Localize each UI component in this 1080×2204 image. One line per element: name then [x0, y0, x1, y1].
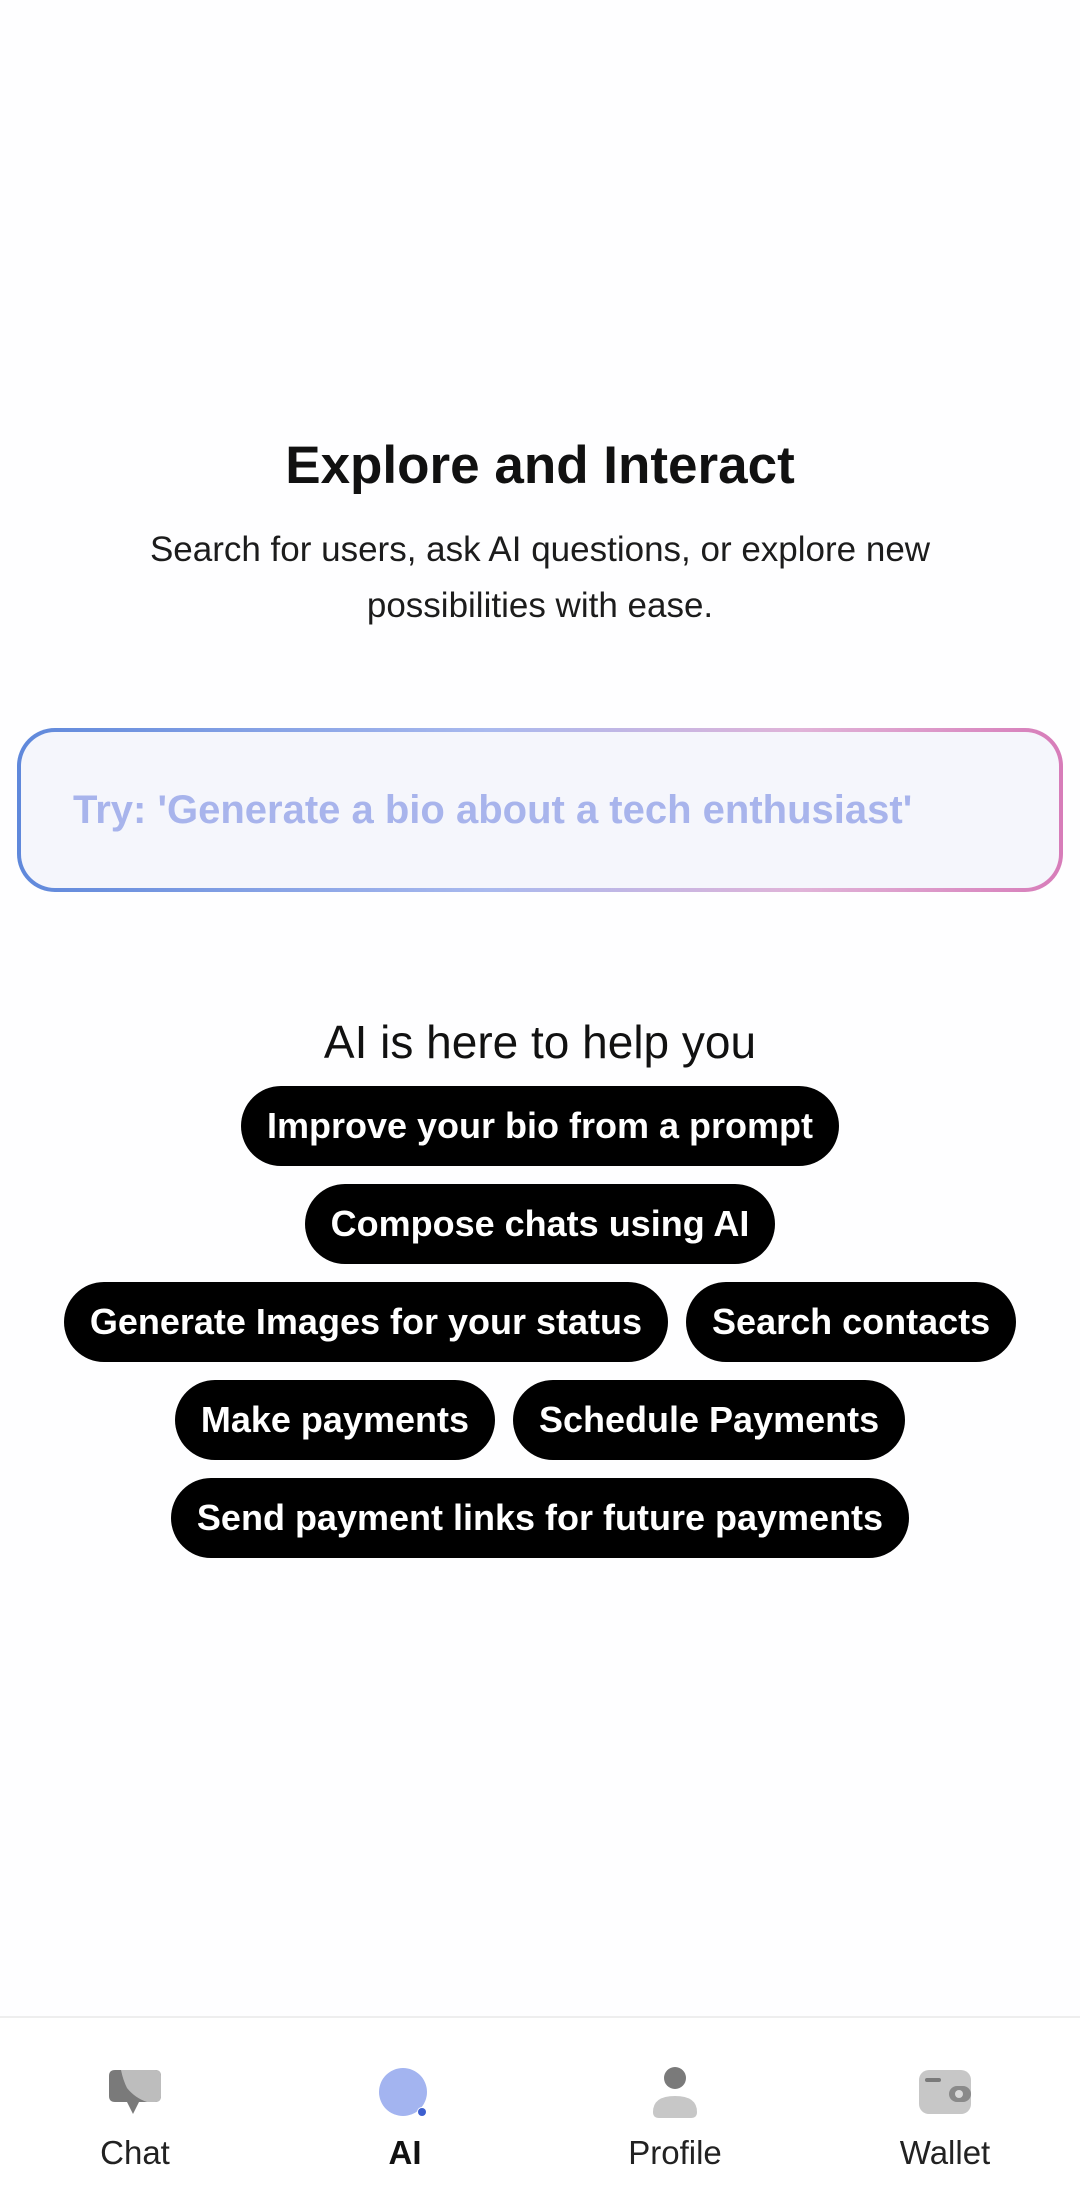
chip-row: Improve your bio from a prompt [60, 1086, 1020, 1166]
chip-search-contacts[interactable]: Search contacts [686, 1282, 1017, 1362]
chip-send-payment-links[interactable]: Send payment links for future payments [170, 1478, 910, 1558]
help-heading: AI is here to help you [323, 1016, 757, 1068]
chip-make-payments[interactable]: Make payments [174, 1380, 495, 1460]
bottom-nav: Chat AI Profile Wallet [0, 2016, 1080, 2204]
nav-item-profile[interactable]: Profile [540, 2018, 810, 2204]
nav-label-profile: Profile [628, 2134, 722, 2171]
nav-label-chat: Chat [100, 2134, 170, 2171]
ai-prompt-input[interactable] [21, 732, 1059, 888]
wallet-icon [919, 2070, 971, 2114]
prompt-field-border [17, 728, 1063, 892]
page-subtitle: Search for users, ask AI questions, or e… [149, 530, 931, 625]
chip-row: Make payments Schedule Payments [60, 1380, 1020, 1460]
nav-item-ai[interactable]: AI [270, 2018, 540, 2204]
ai-icon [379, 2068, 427, 2117]
hero-section: Explore and Interact Search for users, a… [0, 426, 1080, 634]
page-title: Explore and Interact [285, 436, 795, 495]
chip-row: Generate Images for your status Search c… [60, 1282, 1020, 1362]
help-section: AI is here to help you Improve your bio … [0, 1010, 1080, 1558]
chip-improve-bio[interactable]: Improve your bio from a prompt [240, 1086, 840, 1166]
nav-item-wallet[interactable]: Wallet [810, 2018, 1080, 2204]
nav-label-ai: AI [388, 2134, 422, 2171]
suggestion-chips: Improve your bio from a prompt Compose c… [0, 1086, 1080, 1558]
profile-icon [653, 2067, 697, 2118]
nav-item-chat[interactable]: Chat [0, 2018, 270, 2204]
chip-compose-chats[interactable]: Compose chats using AI [304, 1184, 776, 1264]
ai-screen: Explore and Interact Search for users, a… [0, 0, 1080, 2204]
chat-icon [109, 2070, 161, 2114]
chip-generate-images[interactable]: Generate Images for your status [63, 1282, 669, 1362]
chip-row: Send payment links for future payments [60, 1478, 1020, 1558]
chip-schedule-payments[interactable]: Schedule Payments [512, 1380, 906, 1460]
nav-label-wallet: Wallet [899, 2134, 991, 2171]
chip-row: Compose chats using AI [60, 1184, 1020, 1264]
